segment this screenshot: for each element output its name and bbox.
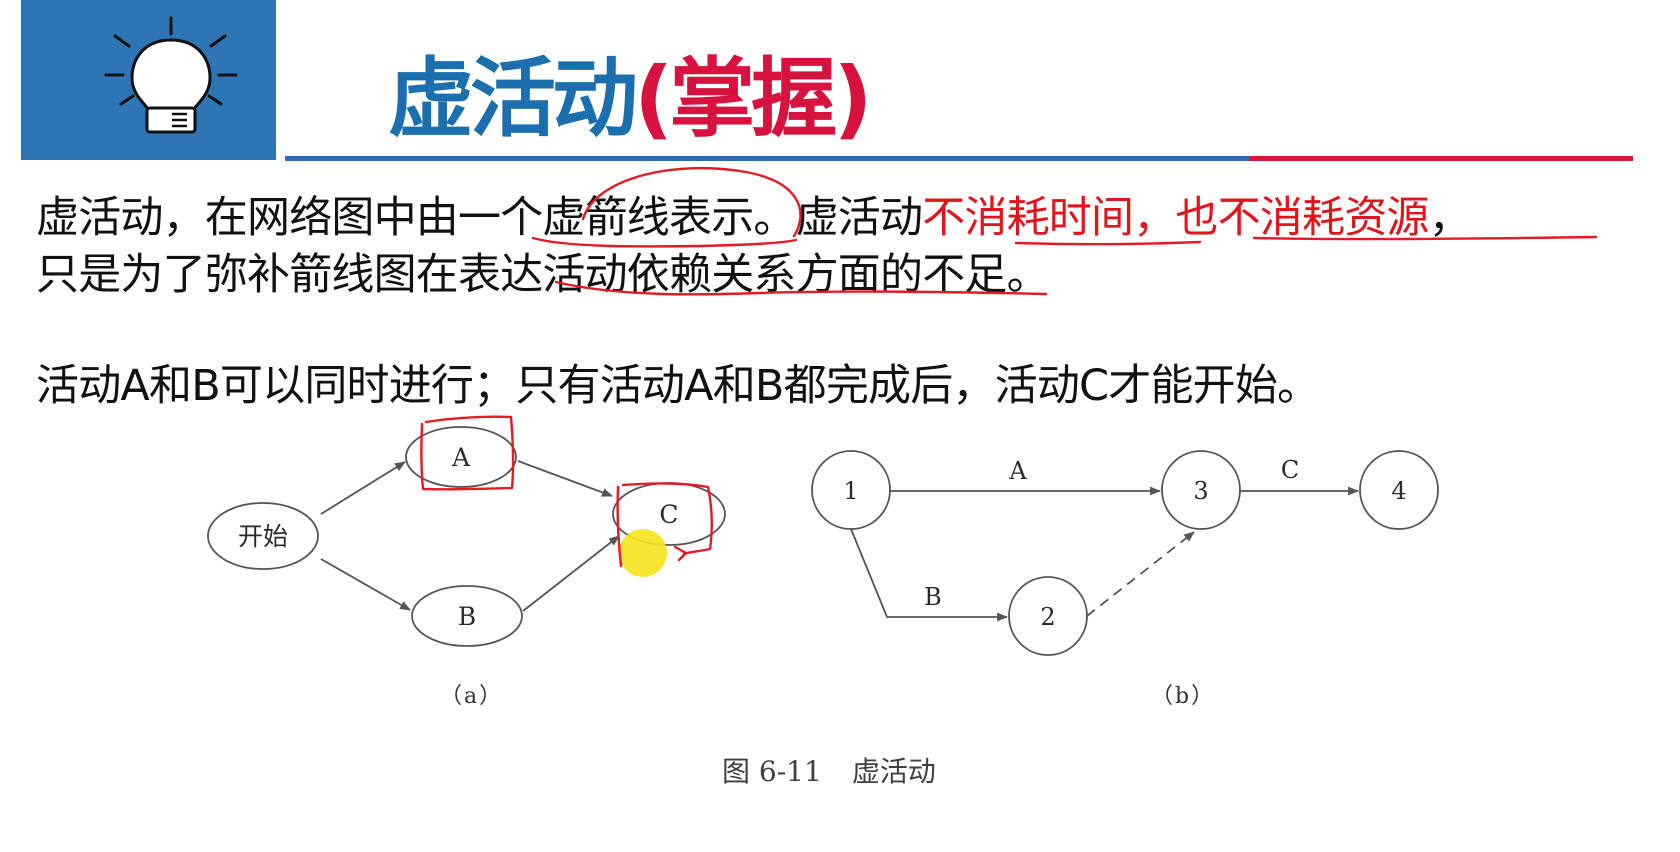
edge-a-label: A <box>1008 457 1027 485</box>
node-1-label: 1 <box>843 477 858 505</box>
node-start-label: 开始 <box>238 522 288 551</box>
node-2-label: 2 <box>1040 603 1055 631</box>
diagram-b-labels: 1 2 3 4 A B C <box>843 456 1406 631</box>
dummy-edge-2-3 <box>1086 531 1195 617</box>
node-c-label: C <box>659 500 678 529</box>
diagram-b <box>811 450 1439 656</box>
edge-start-a <box>320 461 406 515</box>
figure-title: 虚活动 <box>851 755 936 788</box>
edge-c-label: C <box>1281 456 1299 484</box>
figure-caption: 图 6-11 虚活动 <box>722 750 936 790</box>
diagram-a-caption: （a） <box>440 684 504 709</box>
diagram-b-caption: （b） <box>1151 684 1216 709</box>
figure-number: 图 6-11 <box>722 755 822 788</box>
edge-b-c <box>522 535 620 612</box>
pointer-highlight <box>619 529 667 577</box>
edge-b-label: B <box>924 583 942 611</box>
node-4-label: 4 <box>1391 477 1406 505</box>
edge-a-c <box>517 460 614 497</box>
node-3-label: 3 <box>1193 477 1208 505</box>
node-a-label: A <box>451 443 471 472</box>
node-b-label: B <box>458 602 476 631</box>
edge-start-b <box>320 558 411 611</box>
network-diagrams: 开始 A B C 1 2 3 4 A B C <box>207 426 1439 656</box>
